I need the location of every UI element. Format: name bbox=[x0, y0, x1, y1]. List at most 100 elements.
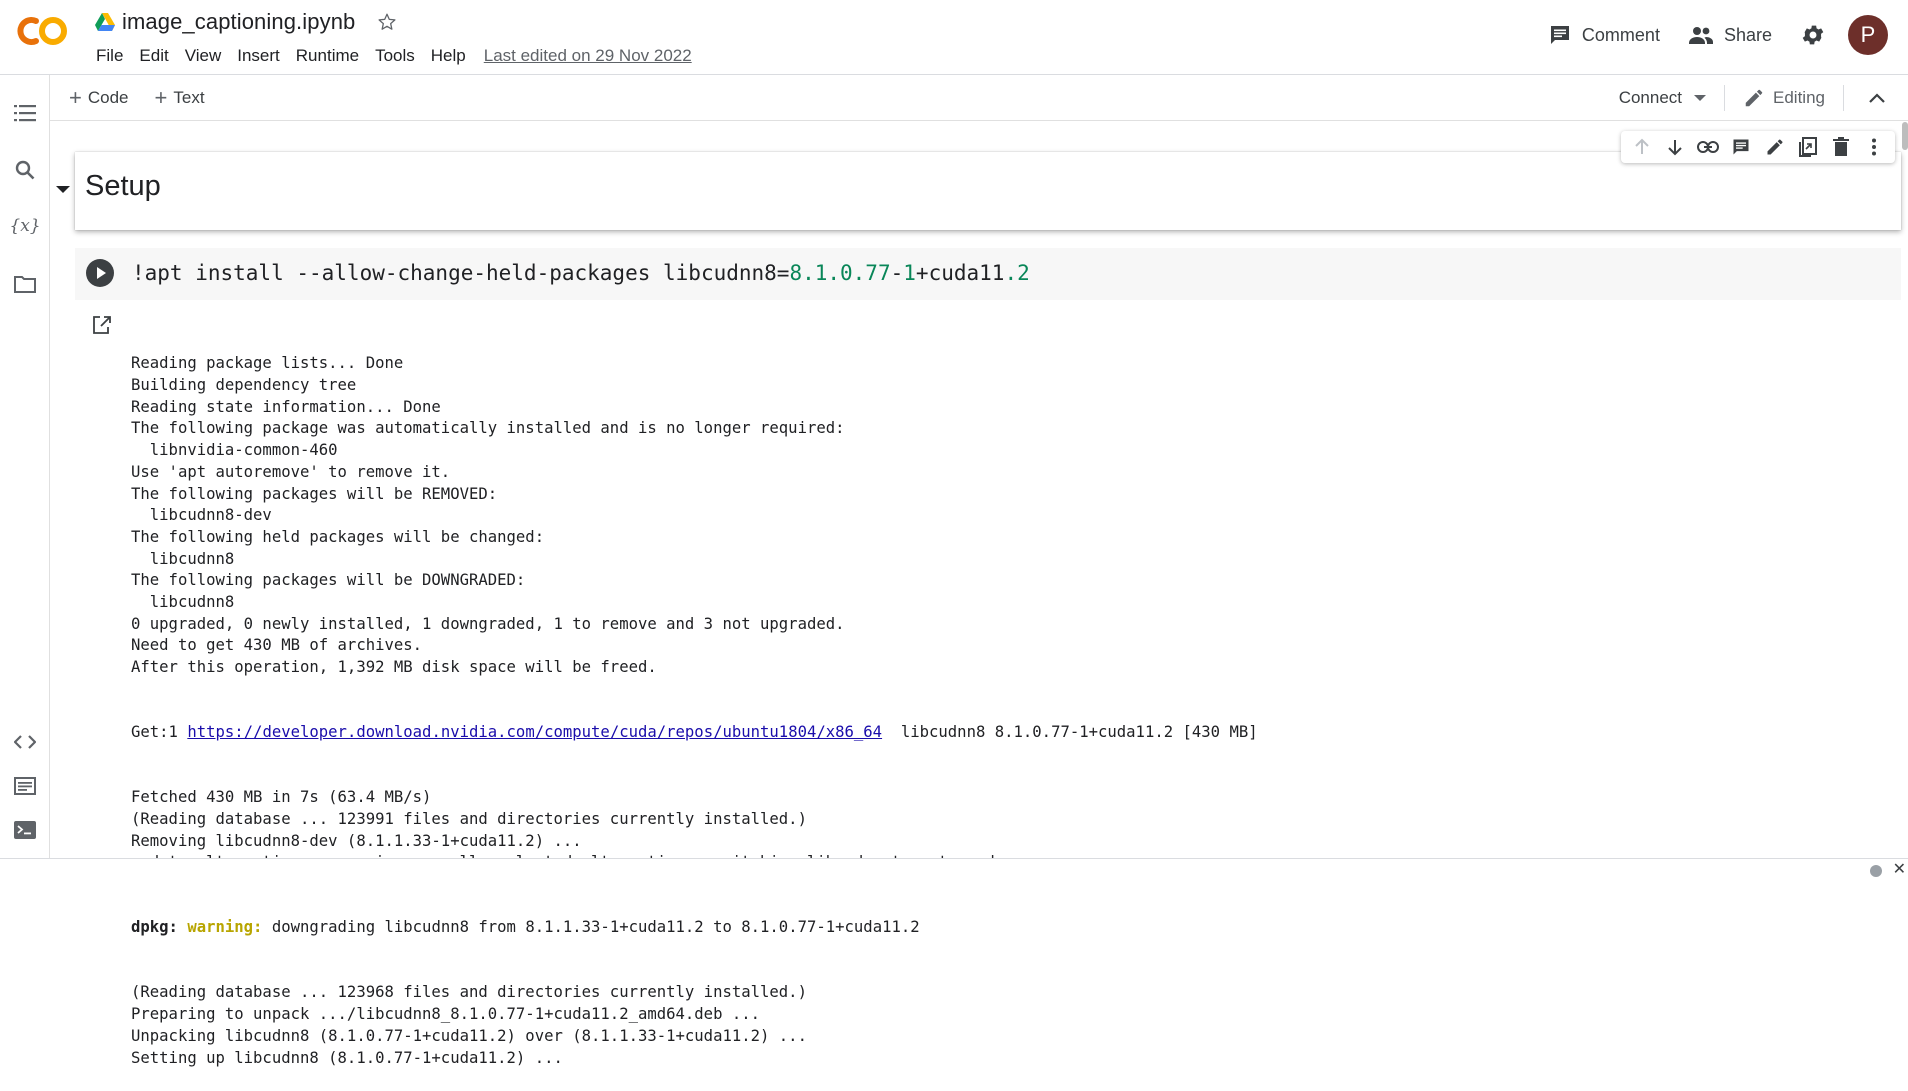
move-cell-up-button[interactable] bbox=[1629, 134, 1655, 160]
output-line: (Reading database ... 123991 files and d… bbox=[131, 809, 807, 828]
output-line: libnvidia-common-460 bbox=[131, 441, 338, 460]
connect-button[interactable]: Connect bbox=[1618, 87, 1707, 108]
mirror-cell-icon bbox=[1798, 137, 1817, 157]
output-line: Reading package lists... Done bbox=[131, 354, 404, 373]
divider bbox=[1843, 84, 1844, 111]
comment-icon bbox=[1733, 139, 1749, 155]
left-rail: {x} bbox=[0, 75, 50, 859]
arrow-down-icon bbox=[1668, 140, 1682, 156]
output-line: Building dependency tree bbox=[131, 376, 357, 395]
output-line: libcudnn8-dev bbox=[131, 506, 272, 525]
output-line: Preparing to unpack .../libcudnn8_8.1.0.… bbox=[131, 1005, 761, 1024]
delete-cell-button[interactable] bbox=[1828, 134, 1854, 160]
gear-icon[interactable] bbox=[1800, 22, 1826, 48]
code-text: !apt install --allow-change-held-package… bbox=[132, 261, 790, 285]
link-to-cell-button[interactable] bbox=[1695, 134, 1721, 160]
add-comment-button[interactable] bbox=[1728, 134, 1754, 160]
add-text-button[interactable]: + Text bbox=[154, 84, 205, 110]
code-cell[interactable]: !apt install --allow-change-held-package… bbox=[75, 248, 1901, 300]
output-line: Reading state information... Done bbox=[131, 397, 441, 416]
collapse-header-button[interactable] bbox=[1862, 83, 1892, 113]
output-line: Use 'apt autoremove' to remove it. bbox=[131, 462, 451, 481]
menu-view[interactable]: View bbox=[177, 44, 230, 68]
add-code-button[interactable]: + Code bbox=[69, 84, 129, 110]
menu-help[interactable]: Help bbox=[423, 44, 474, 68]
edit-cell-button[interactable] bbox=[1762, 134, 1788, 160]
chevron-down-icon[interactable] bbox=[1694, 94, 1707, 101]
output-line: Unpacking libcudnn8 (8.1.0.77-1+cuda11.2… bbox=[131, 1026, 807, 1045]
notebook-title[interactable]: image_captioning.ipynb bbox=[122, 9, 355, 35]
chevron-up-icon bbox=[1869, 92, 1885, 103]
vertical-scrollbar[interactable] bbox=[1902, 122, 1908, 150]
plus-icon: + bbox=[154, 84, 168, 110]
pencil-icon bbox=[1767, 139, 1783, 155]
trash-icon bbox=[1833, 137, 1850, 156]
menu-insert[interactable]: Insert bbox=[229, 44, 288, 68]
arrow-up-icon bbox=[1634, 138, 1649, 154]
search-icon[interactable] bbox=[12, 157, 38, 183]
menu-edit[interactable]: Edit bbox=[131, 44, 176, 68]
link-icon bbox=[1697, 141, 1720, 153]
section-collapse-toggle[interactable] bbox=[56, 186, 70, 193]
output-line: libcudnn8 bbox=[131, 592, 235, 611]
header-actions: Comment Share P bbox=[1548, 14, 1888, 56]
output-line: The following held packages will be chan… bbox=[131, 527, 545, 546]
output-line: After this operation, 1,392 MB disk spac… bbox=[131, 658, 657, 677]
output-text: Get:1 bbox=[131, 723, 188, 742]
output-line: The following packages will be REMOVED: bbox=[131, 484, 498, 503]
code-number: 8.1.0.77 bbox=[789, 261, 891, 285]
section-heading: Setup bbox=[85, 170, 161, 202]
mirror-cell-button[interactable] bbox=[1795, 134, 1821, 160]
code-text: - bbox=[890, 261, 904, 285]
close-icon[interactable]: ✕ bbox=[1893, 859, 1906, 879]
avatar[interactable]: P bbox=[1848, 15, 1888, 55]
plus-icon: + bbox=[69, 84, 82, 110]
share-icon bbox=[1688, 27, 1713, 44]
code-editor-line[interactable]: !apt install --allow-change-held-package… bbox=[132, 261, 1030, 285]
editing-mode-button[interactable]: Editing bbox=[1743, 87, 1825, 109]
output-block: Reading package lists... Done Building de… bbox=[131, 353, 1891, 678]
menu-runtime[interactable]: Runtime bbox=[288, 44, 367, 68]
more-vert-icon bbox=[1872, 138, 1877, 156]
menu-tools[interactable]: Tools bbox=[367, 44, 423, 68]
connect-label: Connect bbox=[1618, 87, 1683, 107]
add-code-label: Code bbox=[87, 87, 129, 107]
last-edited-link[interactable]: Last edited on 29 Nov 2022 bbox=[484, 46, 692, 66]
code-number: .2 bbox=[1004, 261, 1030, 285]
pencil-icon bbox=[1745, 89, 1763, 106]
toc-icon[interactable] bbox=[12, 100, 38, 126]
status-dot bbox=[1870, 865, 1882, 877]
code-snippets-icon[interactable] bbox=[12, 729, 38, 755]
output-line: The following package was automatically … bbox=[131, 419, 845, 438]
status-bar: ✕ bbox=[0, 858, 1908, 880]
output-line: libcudnn8 bbox=[131, 549, 235, 568]
command-palette-icon[interactable] bbox=[12, 773, 38, 799]
output-icon[interactable] bbox=[91, 314, 113, 336]
drive-icon[interactable] bbox=[95, 13, 115, 31]
more-options-button[interactable] bbox=[1861, 134, 1887, 160]
dpkg-label: dpkg: bbox=[131, 918, 178, 937]
add-text-label: Text bbox=[173, 87, 205, 107]
output-line: (Reading database ... 123968 files and d… bbox=[131, 983, 807, 1002]
code-number: 1 bbox=[903, 261, 916, 285]
notebook-toolbar: + Code + Text Connect Editing bbox=[49, 75, 1908, 121]
comment-button[interactable]: Comment bbox=[1548, 23, 1660, 47]
run-icon[interactable] bbox=[85, 258, 115, 288]
share-button[interactable]: Share bbox=[1688, 23, 1772, 47]
output-text: libcudnn8 8.1.0.77-1+cuda11.2 [430 MB] bbox=[882, 723, 1258, 742]
move-cell-down-button[interactable] bbox=[1662, 134, 1688, 160]
variables-icon[interactable]: {x} bbox=[9, 213, 40, 239]
colab-logo[interactable] bbox=[16, 14, 72, 48]
title-row: image_captioning.ipynb bbox=[95, 8, 398, 36]
menu-file[interactable]: File bbox=[88, 44, 131, 68]
star-icon[interactable] bbox=[376, 11, 398, 33]
download-link[interactable]: https://developer.download.nvidia.com/co… bbox=[187, 723, 882, 741]
terminal-icon[interactable] bbox=[12, 817, 38, 843]
output-line: Fetched 430 MB in 7s (63.4 MB/s) bbox=[131, 788, 432, 807]
menu-bar: File Edit View Insert Runtime Tools Help… bbox=[88, 44, 692, 68]
share-label: Share bbox=[1723, 24, 1772, 45]
folder-icon[interactable] bbox=[12, 271, 38, 297]
comment-label: Comment bbox=[1581, 24, 1660, 45]
output-line: 0 upgraded, 0 newly installed, 1 downgra… bbox=[131, 614, 845, 633]
text-cell-setup[interactable]: Setup bbox=[75, 152, 1901, 230]
